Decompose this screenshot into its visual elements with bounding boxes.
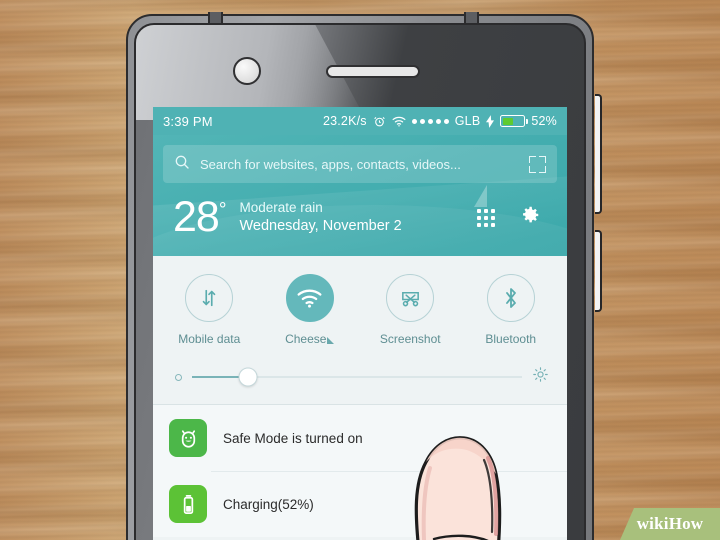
wikihow-bold: How <box>668 514 704 533</box>
signal-strength-dots <box>411 118 449 124</box>
wifi-icon <box>285 274 334 322</box>
battery-icon <box>500 115 529 127</box>
wikihow-watermark: wikiHow <box>620 508 720 540</box>
toggle-wifi-cheese[interactable]: Cheese <box>265 274 355 346</box>
bluetooth-icon <box>486 274 535 322</box>
wifi-icon <box>392 116 406 127</box>
temperature-value: 28 <box>173 193 220 241</box>
volume-rocker-button[interactable] <box>595 94 602 214</box>
battery-percent-label: 52% <box>531 114 557 128</box>
degree-symbol: ° <box>218 199 227 221</box>
battery-charging-icon <box>169 485 207 523</box>
toggle-label: Mobile data <box>178 332 241 346</box>
earpiece-speaker-icon <box>326 65 420 78</box>
weather-condition: Moderate rain <box>239 199 323 215</box>
front-camera-icon <box>233 57 261 85</box>
search-icon <box>174 154 190 175</box>
pointing-finger <box>414 436 502 540</box>
toggle-label-text: Cheese <box>285 332 327 346</box>
toggle-label: Screenshot <box>379 332 441 346</box>
weather-temperature: 28° <box>173 193 227 241</box>
header-panel: Search for websites, apps, contacts, vid… <box>153 135 567 256</box>
status-bar-right: 23.2K/s GLB 52% <box>323 114 557 128</box>
network-speed-label: 23.2K/s <box>322 114 367 128</box>
weather-text-block: Moderate rain Wednesday, November 2 <box>239 199 401 237</box>
smartphone-device: 3:39 PM 23.2K/s GLB 52% Search for websi… <box>126 12 602 540</box>
status-bar-left: 3:39 PM <box>163 114 213 129</box>
qr-scan-icon[interactable] <box>529 155 546 173</box>
quick-toggle-row: Mobile data Cheese Screenshot Bluetooth <box>153 256 567 352</box>
status-time: 3:39 PM <box>163 113 213 129</box>
brightness-low-icon <box>175 373 182 381</box>
toggle-label: Cheese <box>285 332 335 346</box>
brightness-sun-icon <box>532 366 549 388</box>
toggle-mobile-data[interactable]: Mobile data <box>164 274 254 346</box>
wikihow-logo-text: wikiHow <box>637 514 704 534</box>
alarm-clock-icon <box>373 115 386 128</box>
sailboat-decoration-icon <box>474 185 487 207</box>
lightning-bolt-icon <box>486 114 495 128</box>
power-button[interactable] <box>595 230 602 312</box>
header-actions <box>477 204 553 231</box>
search-placeholder-text: Search for websites, apps, contacts, vid… <box>200 156 461 172</box>
weather-widget[interactable]: 28° Moderate rain Wednesday, November 2 <box>163 183 557 256</box>
signal-triangle-icon <box>327 337 335 344</box>
notification-title: Charging(52%) <box>223 496 314 512</box>
status-bar: 3:39 PM 23.2K/s GLB 52% <box>153 107 567 135</box>
android-robot-icon <box>169 419 207 457</box>
gear-icon[interactable] <box>519 204 541 231</box>
mobile-data-icon <box>185 274 234 322</box>
toggle-screenshot[interactable]: Screenshot <box>365 274 455 346</box>
app-grid-icon[interactable] <box>477 208 495 227</box>
search-input[interactable]: Search for websites, apps, contacts, vid… <box>163 145 557 183</box>
quick-settings-panel: Mobile data Cheese Screenshot Bluetooth <box>153 256 567 405</box>
brightness-thumb[interactable] <box>238 367 258 387</box>
screenshot-scissors-icon <box>386 274 435 322</box>
toggle-bluetooth[interactable]: Bluetooth <box>466 274 556 346</box>
carrier-label: GLB <box>454 114 481 128</box>
notification-title: Safe Mode is turned on <box>223 430 363 446</box>
brightness-track[interactable] <box>192 367 522 387</box>
weather-date: Wednesday, November 2 <box>239 217 402 234</box>
brightness-slider-row[interactable] <box>153 352 567 405</box>
wikihow-light: wiki <box>636 514 669 533</box>
toggle-label: Bluetooth <box>485 332 537 346</box>
